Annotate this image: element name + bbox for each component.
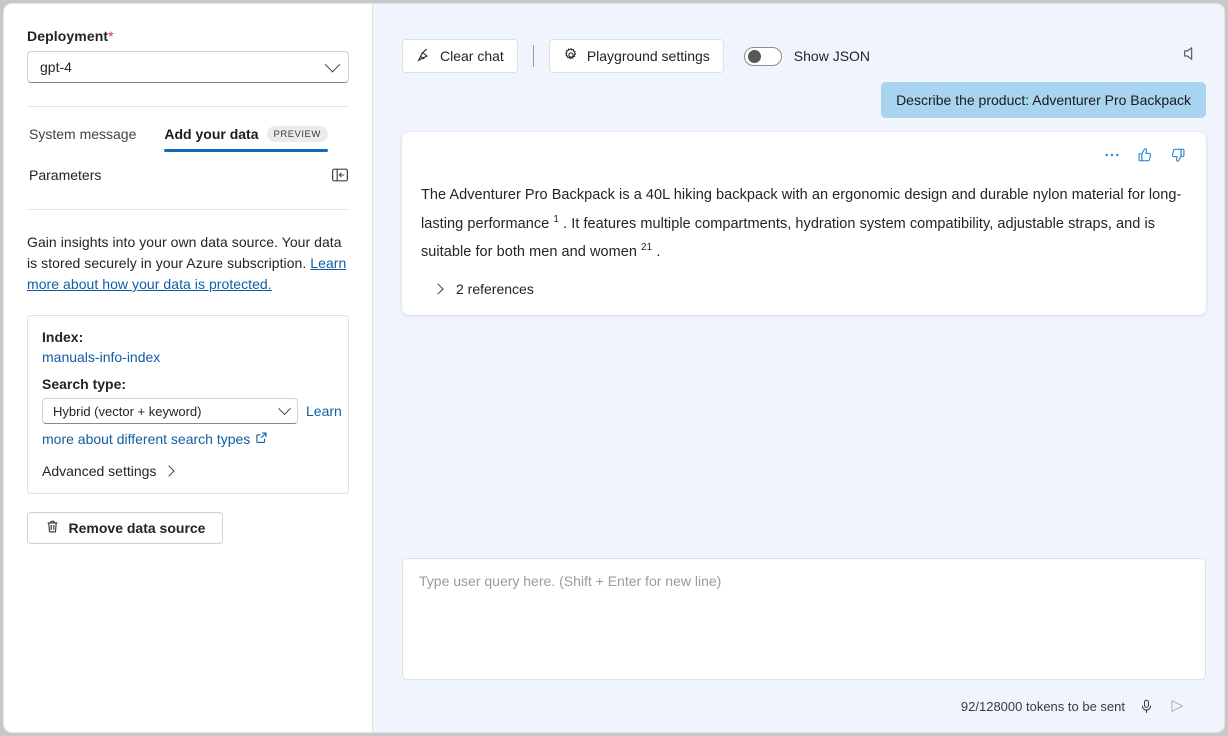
- show-json-label: Show JSON: [793, 48, 871, 64]
- thumbs-down-icon[interactable]: [1169, 146, 1187, 164]
- index-label: Index:: [42, 329, 84, 345]
- search-types-link-part2[interactable]: more about different search types: [42, 431, 334, 447]
- deployment-select-value: gpt-4: [40, 59, 72, 75]
- playground-settings-button[interactable]: Playground settings: [548, 39, 724, 73]
- trash-icon: [45, 519, 60, 537]
- chevron-down-icon: [324, 56, 341, 72]
- microphone-icon[interactable]: [1138, 698, 1155, 715]
- index-value-link[interactable]: manuals-info-index: [42, 349, 334, 365]
- assistant-text-segment: .: [652, 243, 661, 260]
- clear-chat-label: Clear chat: [440, 48, 504, 64]
- panel-divider: [27, 106, 349, 107]
- assistant-message-card: The Adventurer Pro Backpack is a 40L hik…: [402, 132, 1206, 316]
- search-type-row: Hybrid (vector + keyword) Learn: [42, 398, 342, 424]
- remove-data-source-label: Remove data source: [68, 520, 206, 536]
- collapse-panel-icon[interactable]: [331, 166, 349, 184]
- playground-settings-label: Playground settings: [586, 48, 710, 64]
- chevron-right-icon: [432, 283, 444, 295]
- chat-input-container[interactable]: Type user query here. (Shift + Enter for…: [402, 558, 1206, 680]
- search-types-link-text: more about different search types: [42, 431, 251, 447]
- external-link-icon: [255, 431, 268, 447]
- token-counter: 92/128000 tokens to be sent: [960, 698, 1125, 714]
- chevron-down-icon: [278, 401, 291, 415]
- user-message-row: Describe the product: Adventurer Pro Bac…: [402, 82, 1206, 118]
- references-label: 2 references: [456, 281, 534, 298]
- show-json-toggle[interactable]: [743, 46, 782, 66]
- chat-messages: Describe the product: Adventurer Pro Bac…: [373, 82, 1224, 558]
- data-source-blurb: Gain insights into your own data source.…: [27, 232, 349, 295]
- thumbs-up-icon[interactable]: [1136, 146, 1154, 164]
- user-message-bubble: Describe the product: Adventurer Pro Bac…: [881, 82, 1206, 118]
- more-options-icon[interactable]: [1103, 146, 1121, 164]
- broom-icon: [416, 47, 432, 66]
- clear-chat-button[interactable]: Clear chat: [402, 39, 518, 73]
- deployment-label: Deployment*: [27, 28, 349, 44]
- gear-icon: [563, 47, 579, 66]
- tab-system-message-label: System message: [29, 126, 137, 142]
- assistant-message-text: The Adventurer Pro Backpack is a 40L hik…: [421, 184, 1187, 264]
- send-icon[interactable]: [1168, 697, 1186, 715]
- required-marker: *: [108, 28, 114, 44]
- speaker-icon[interactable]: [1175, 38, 1206, 74]
- deployment-label-text: Deployment: [27, 28, 109, 44]
- configuration-panel: Deployment* gpt-4 System message Add you…: [4, 4, 373, 732]
- toggle-knob: [747, 49, 761, 63]
- deployment-select[interactable]: gpt-4: [27, 51, 349, 83]
- panel-divider-2: [27, 209, 349, 210]
- tab-add-your-data[interactable]: Add your data PREVIEW: [164, 126, 329, 152]
- remove-data-source-button[interactable]: Remove data source: [27, 512, 223, 544]
- search-type-select[interactable]: Hybrid (vector + keyword): [42, 398, 298, 424]
- advanced-settings-label: Advanced settings: [42, 463, 157, 479]
- toolbar-separator: [532, 45, 534, 67]
- show-json-toggle-group: Show JSON: [743, 46, 871, 66]
- tab-system-message[interactable]: System message: [29, 126, 136, 152]
- chat-toolbar: Clear chat Playground settings Show JSON: [373, 4, 1224, 82]
- chevron-right-icon: [163, 465, 176, 477]
- search-type-value: Hybrid (vector + keyword): [53, 403, 202, 419]
- blurb-text: Gain insights into your own data source.…: [27, 234, 342, 271]
- references-toggle[interactable]: 2 references: [421, 281, 1187, 297]
- data-source-card: Index: manuals-info-index Search type: H…: [27, 315, 349, 494]
- preview-badge: PREVIEW: [266, 126, 328, 142]
- chat-input-placeholder: Type user query here. (Shift + Enter for…: [419, 573, 722, 589]
- tab-add-your-data-label: Add your data: [164, 126, 259, 142]
- chat-playground-panel: Clear chat Playground settings Show JSON: [373, 4, 1224, 732]
- composer-area: Type user query here. (Shift + Enter for…: [373, 558, 1224, 732]
- parameters-row[interactable]: Parameters: [27, 166, 349, 184]
- message-actions: [421, 146, 1187, 164]
- app-window: Deployment* gpt-4 System message Add you…: [4, 4, 1224, 732]
- composer-status-row: 92/128000 tokens to be sent: [402, 680, 1206, 720]
- search-type-label: Search type:: [42, 376, 127, 392]
- parameters-label: Parameters: [29, 167, 102, 183]
- config-tabs: System message Add your data PREVIEW: [27, 126, 349, 152]
- search-types-link-part1[interactable]: Learn: [306, 403, 342, 419]
- advanced-settings-toggle[interactable]: Advanced settings: [42, 463, 334, 479]
